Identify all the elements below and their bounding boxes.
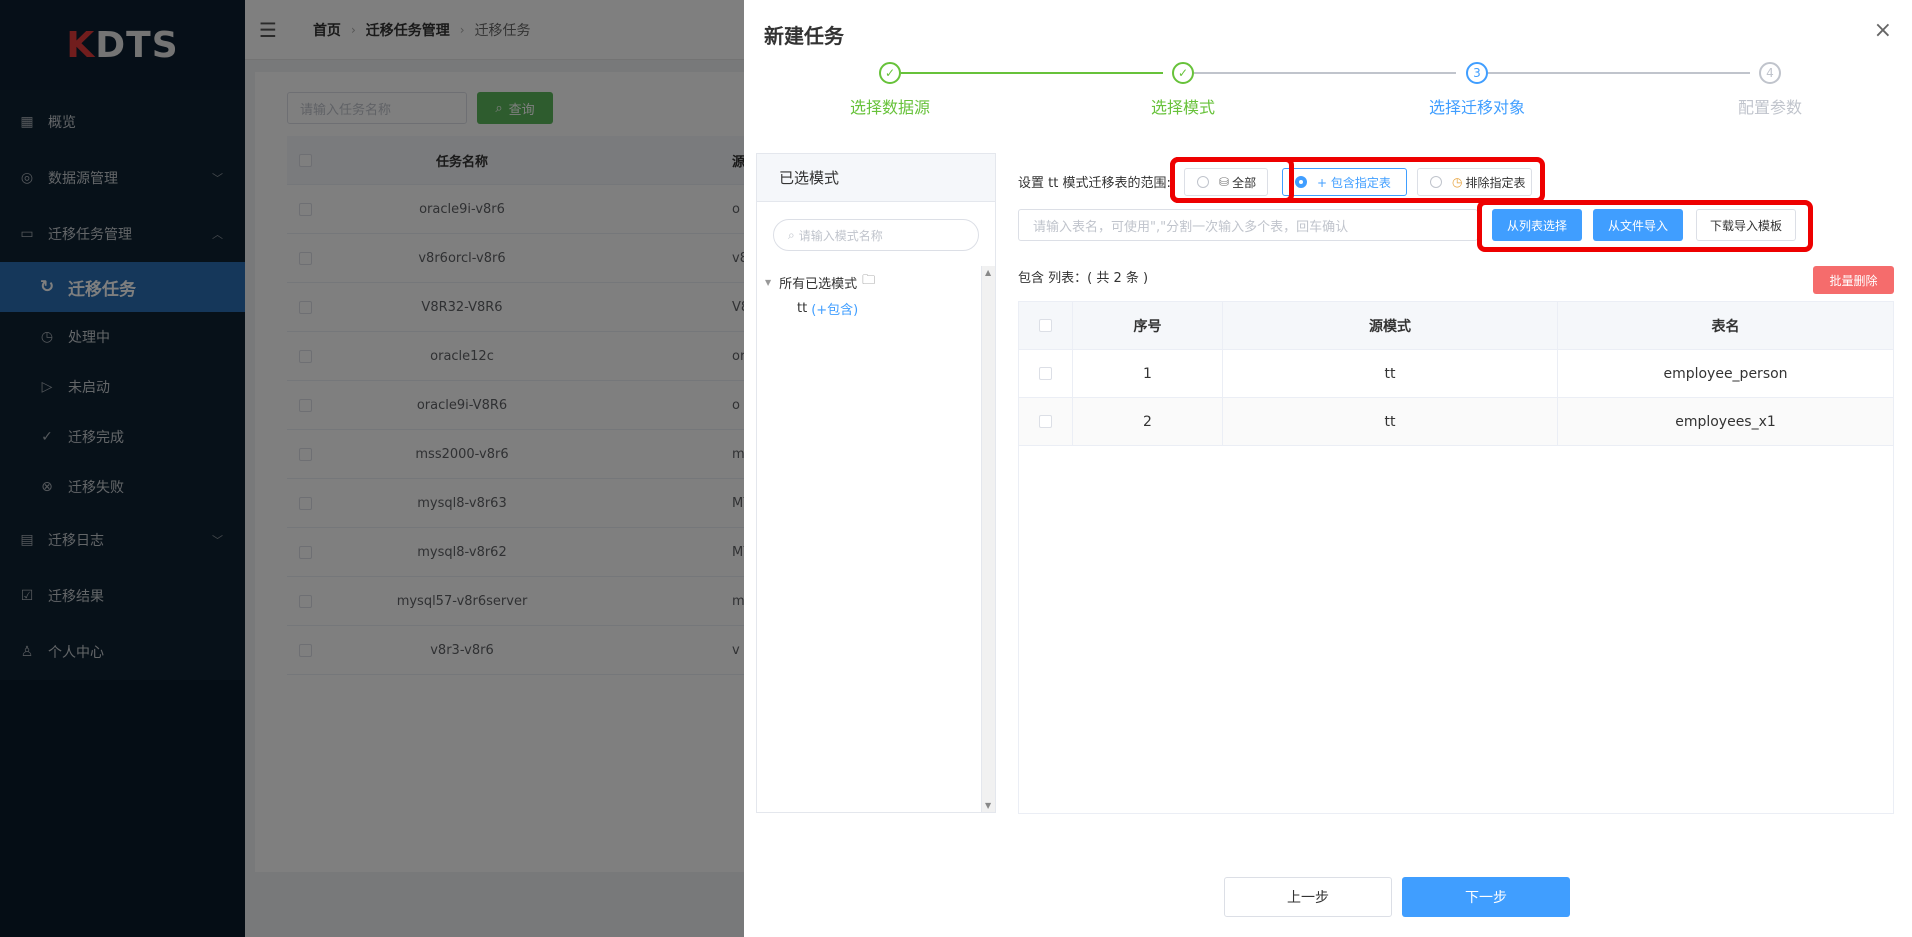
table-row[interactable]: 1 tt employee_person <box>1019 350 1893 398</box>
step-1-label: 选择数据源 <box>849 98 930 117</box>
schema-panel-title: 已选模式 <box>757 154 995 202</box>
step-line-3 <box>1488 72 1750 74</box>
step-4-label: 配置参数 <box>1737 98 1802 117</box>
table-row[interactable]: 2 tt employees_x1 <box>1019 398 1893 446</box>
table-header: 序号 源模式 表名 <box>1019 302 1893 350</box>
prev-step-button[interactable]: 上一步 <box>1224 877 1392 917</box>
scroll-up-icon[interactable]: ▲ <box>985 268 991 277</box>
step-2-label: 选择模式 <box>1150 98 1215 117</box>
step-4-number: 4 <box>1759 62 1781 84</box>
table-name-input[interactable]: 请输入表名，可使用","分割一次输入多个表，回车确认 <box>1018 209 1478 241</box>
close-icon[interactable]: × <box>1874 18 1892 43</box>
include-table: 序号 源模式 表名 1 tt employee_person 2 tt empl… <box>1018 301 1894 814</box>
selected-schema-panel: 已选模式 ⌕ 请输入模式名称 ▼ 所有已选模式 🗀 tt (+包含) ▲ ▼ <box>756 153 996 813</box>
schema-search-input[interactable]: ⌕ 请输入模式名称 <box>773 219 979 251</box>
select-all-checkbox[interactable] <box>1039 319 1052 332</box>
next-step-button[interactable]: 下一步 <box>1402 877 1570 917</box>
step-line-1 <box>901 72 1163 74</box>
step-3-number: 3 <box>1466 62 1488 84</box>
highlight-box-range-full <box>1170 157 1545 203</box>
caret-down-icon: ▼ <box>765 277 772 287</box>
drawer-title: 新建任务 <box>764 24 844 48</box>
step-1-check-icon: ✓ <box>879 62 901 84</box>
batch-delete-button[interactable]: 批量删除 <box>1813 266 1894 294</box>
include-list-label: 包含 列表：( 共 2 条 ) <box>1018 271 1149 286</box>
step-2-check-icon: ✓ <box>1172 62 1194 84</box>
row-checkbox[interactable] <box>1039 367 1052 380</box>
tree-node-tag: (+包含) <box>811 302 859 318</box>
tree-node-tt[interactable]: tt (+包含) <box>763 295 983 321</box>
scroll-down-icon[interactable]: ▼ <box>985 801 991 810</box>
schema-tree: ▼ 所有已选模式 🗀 tt (+包含) <box>763 269 983 321</box>
new-task-drawer: 新建任务 × ✓ ✓ 3 4 选择数据源 选择模式 选择迁移对象 配置参数 已选… <box>744 0 1912 937</box>
row-checkbox[interactable] <box>1039 415 1052 428</box>
range-label: 设置 tt 模式迁移表的范围: <box>1018 176 1171 191</box>
step-line-2 <box>1194 72 1456 74</box>
highlight-box-actions <box>1477 200 1813 252</box>
step-3-label: 选择迁移对象 <box>1428 98 1525 117</box>
scrollbar[interactable]: ▲ ▼ <box>981 266 995 812</box>
search-icon: ⌕ <box>788 227 795 242</box>
tree-root[interactable]: ▼ 所有已选模式 🗀 <box>763 269 983 295</box>
folder-icon: 🗀 <box>862 273 876 288</box>
